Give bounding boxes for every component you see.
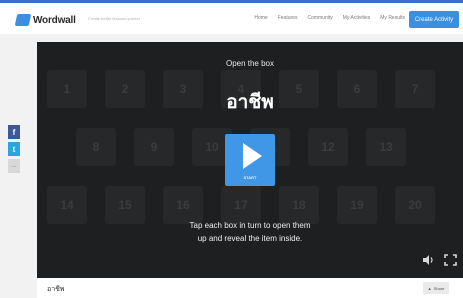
tagline: Create better lessons quicker — [88, 16, 141, 21]
logo-mark-icon — [14, 14, 32, 26]
nav-features[interactable]: Features — [278, 15, 298, 21]
main-nav: Home Features Community My Activities My… — [254, 15, 405, 21]
social-share-bar: f t ... — [8, 125, 20, 176]
fullscreen-icon[interactable] — [444, 254, 457, 266]
activity-word: อาชีพ — [226, 92, 274, 113]
volume-icon[interactable] — [422, 254, 435, 266]
nav-my-activities[interactable]: My Activities — [343, 15, 371, 21]
more-share-icon[interactable]: ... — [8, 159, 20, 173]
box-tile[interactable]: 8 — [76, 128, 116, 166]
box-tile[interactable]: 13 — [366, 128, 406, 166]
wordwall-logo[interactable]: Wordwall — [14, 12, 76, 28]
activity-title: อาชีพ — [47, 286, 65, 293]
nav-my-results[interactable]: My Results — [380, 15, 405, 21]
create-activity-button[interactable]: Create Activity — [409, 11, 459, 28]
twitter-share-icon[interactable]: t — [8, 142, 20, 156]
box-tile[interactable]: 9 — [134, 128, 174, 166]
top-navbar: Wordwall Create better lessons quicker H… — [0, 0, 463, 34]
box-tile[interactable]: 12 — [308, 128, 348, 166]
start-label: START — [243, 175, 257, 180]
share-icon: ▲ — [427, 285, 432, 291]
nav-community[interactable]: Community — [307, 15, 332, 21]
instructions-line-2: up and reveal the item inside. — [197, 234, 303, 243]
instructions-line-1: Tap each box in turn to open them — [189, 221, 311, 230]
facebook-share-icon[interactable]: f — [8, 125, 20, 139]
share-label: Share — [433, 285, 445, 291]
share-button[interactable]: ▲ Share — [423, 282, 449, 294]
logo-text: Wordwall — [33, 14, 76, 26]
activity-footer: อาชีพ ▲ Share — [37, 278, 463, 298]
game-title: Open the box — [225, 59, 275, 68]
start-button[interactable]: START — [225, 134, 275, 186]
instructions: Tap each box in turn to open them up and… — [37, 219, 463, 245]
play-icon — [243, 143, 262, 169]
game-canvas[interactable]: 1234567891011121314151617181920 Open the… — [37, 42, 463, 278]
nav-home[interactable]: Home — [254, 15, 267, 21]
